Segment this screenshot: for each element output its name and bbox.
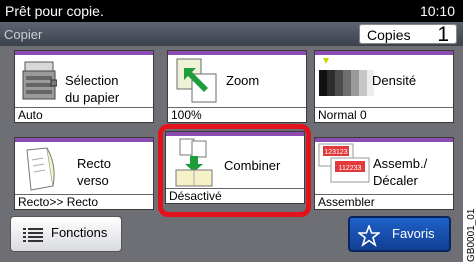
collate-badge-1: 123123	[324, 149, 347, 156]
density-tile[interactable]: Densité Normal 0	[314, 50, 454, 123]
zoom-tile[interactable]: Zoom 100%	[167, 50, 307, 123]
highlight-frame	[158, 124, 311, 217]
clock: 10:10	[419, 3, 455, 19]
density-icon	[319, 56, 375, 105]
collate-badge-2: 112233	[339, 165, 362, 172]
functions-button[interactable]: Fonctions	[10, 216, 122, 252]
duplex-label: Recto verso	[77, 156, 111, 188]
duplex-icon	[23, 146, 63, 197]
copy-screen: Prêt pour copie. 10:10 Copier Copies 1 S…	[0, 0, 463, 262]
screen-title: Copier	[4, 27, 43, 42]
zoom-icon	[176, 58, 218, 109]
paper-selection-tile[interactable]: Sélection du papier Auto	[14, 50, 154, 123]
paper-selection-status: Auto	[15, 107, 153, 122]
zoom-label: Zoom	[226, 73, 260, 88]
copies-value: 1	[437, 23, 449, 46]
header-bar: Copier Copies 1	[0, 22, 463, 46]
status-bar: Prêt pour copie. 10:10	[0, 0, 463, 22]
paper-selection-label: Sélection du papier	[65, 73, 120, 105]
duplex-status: Recto>> Recto	[15, 194, 153, 209]
figure-code: GB0001_01	[466, 208, 476, 262]
paper-tray-icon	[21, 60, 58, 109]
favorites-button[interactable]: Favoris	[348, 216, 451, 252]
collate-icon: 123123 112233	[317, 142, 375, 199]
functions-button-label: Fonctions	[51, 225, 108, 240]
zoom-status: 100%	[168, 107, 306, 122]
collate-status: Assembler	[315, 194, 453, 209]
collate-tile[interactable]: 123123 112233 Assemb./ Décaler Assembler	[314, 137, 454, 210]
copies-count-field[interactable]: Copies 1	[359, 23, 457, 46]
density-status: Normal 0	[315, 107, 453, 122]
status-message: Prêt pour copie.	[5, 3, 104, 19]
list-icon	[23, 227, 43, 248]
favorites-button-label: Favoris	[392, 226, 435, 241]
copies-label: Copies	[367, 27, 411, 43]
duplex-tile[interactable]: Recto verso Recto>> Recto	[14, 137, 154, 210]
density-label: Densité	[372, 73, 417, 88]
star-icon	[356, 223, 382, 252]
collate-label: Assemb./ Décaler	[373, 156, 428, 188]
